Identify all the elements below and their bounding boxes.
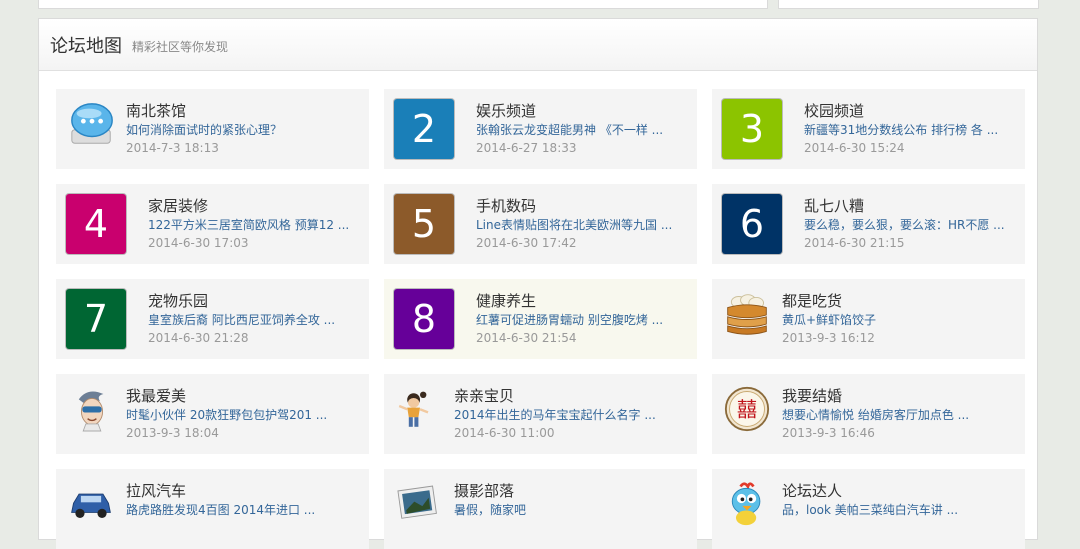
forum-name[interactable]: 都是吃货 [782, 291, 876, 311]
cartoon-face-icon [78, 391, 104, 432]
forum-last-time: 2014-6-30 17:03 [148, 236, 249, 250]
forum-card-jiaju[interactable]: 4 家居装修 122平方米三居室简欧风格 预算12 ... 2014-6-30 … [56, 184, 369, 264]
forum-card-yule[interactable]: 2 娱乐频道 张翰张云龙变超能男神 《不一样 ... 2014-6-27 18:… [384, 89, 697, 169]
forum-card-sheying[interactable]: 摄影部落 暑假，随家吧 [384, 469, 697, 549]
forum-card-nanbei[interactable]: 南北茶馆 如何消除面试时的紧张心理？ 2014-7-3 18:13 [56, 89, 369, 169]
forum-last-time: 2014-6-30 21:15 [804, 236, 905, 250]
number-7-icon: 7 [66, 289, 126, 349]
number-6-icon: 6 [722, 194, 782, 254]
forum-last-post[interactable]: 想要心情愉悦 绐婚房客厅加点色 ... [782, 406, 969, 424]
forum-last-post[interactable]: 黄瓜+鲜虾馅饺子 [782, 311, 876, 329]
forum-name[interactable]: 我最爱美 [126, 386, 327, 406]
forum-card-jiankang[interactable]: 8 健康养生 红薯可促进肠胃蠕动 别空腹吃烤 ... 2014-6-30 21:… [384, 279, 697, 359]
forum-last-time: 2014-6-30 15:24 [804, 141, 905, 155]
forum-last-time: 2013-9-3 16:46 [782, 426, 875, 440]
forum-name[interactable]: 拉风汽车 [126, 481, 315, 501]
forum-card-aimei[interactable]: 我最爱美 时髦小伙伴 20款狂野包包护驾201 ... 2013-9-3 18:… [56, 374, 369, 454]
panel-subtitle: 精彩社区等你发现 [132, 39, 229, 54]
forum-card-xiaoyuan[interactable]: 3 校园频道 新疆等31地分数线公布 排行榜 各 ... 2014-6-30 1… [712, 89, 1025, 169]
forum-name[interactable]: 南北茶馆 [126, 101, 282, 121]
car-icon [71, 493, 111, 518]
svg-text:囍: 囍 [737, 397, 757, 421]
forum-last-time: 2013-9-3 18:04 [126, 426, 219, 440]
forum-last-post[interactable]: 新疆等31地分数线公布 排行榜 各 ... [804, 121, 998, 139]
forum-name[interactable]: 乱七八糟 [804, 196, 1005, 216]
forum-card-chihuo[interactable]: 都是吃货 黄瓜+鲜虾馅饺子 2013-9-3 16:12 [712, 279, 1025, 359]
number-4-icon: 4 [66, 194, 126, 254]
panel-header: 论坛地图 精彩社区等你发现 [39, 19, 1037, 71]
forum-last-post[interactable]: 品，look 美帕三菜纯白汽车讲 ... [782, 501, 958, 519]
forum-last-time: 2014-6-30 17:42 [476, 236, 577, 250]
forum-card-chongwu[interactable]: 7 宠物乐园 皇室族后裔 阿比西尼亚饲养全攻 ... 2014-6-30 21:… [56, 279, 369, 359]
dumpling-steamer-icon [727, 294, 767, 335]
forum-name[interactable]: 校园频道 [804, 101, 998, 121]
forum-card-shouji[interactable]: 5 手机数码 Line表情贴图将在北美欧洲等九国 ... 2014-6-30 1… [384, 184, 697, 264]
forum-last-time: 2014-6-30 11:00 [454, 426, 555, 440]
forum-name[interactable]: 亲亲宝贝 [454, 386, 656, 406]
forum-card-baobei[interactable]: 亲亲宝贝 2014年出生的马年宝宝起什么名字 ... 2014-6-30 11:… [384, 374, 697, 454]
forum-last-time: 2014-6-30 21:28 [148, 331, 249, 345]
chat-bubble-icon [71, 103, 113, 144]
forum-card-qiche[interactable]: 拉风汽车 路虎路胜发现4百图 2014年进口 ... [56, 469, 369, 549]
forum-card-jiehun[interactable]: 囍 我要结婚 想要心情愉悦 绐婚房客厅加点色 ... 2013-9-3 16:4… [712, 374, 1025, 454]
top-left-panel-edge [38, 0, 768, 9]
forum-last-post[interactable]: 2014年出生的马年宝宝起什么名字 ... [454, 406, 656, 424]
top-right-panel-edge [778, 0, 1039, 9]
number-5-icon: 5 [394, 194, 454, 254]
forum-last-post[interactable]: 要么稳，要么狠，要么滚：HR不愿 ... [804, 216, 1005, 234]
forum-last-post[interactable]: Line表情贴图将在北美欧洲等九国 ... [476, 216, 672, 234]
cartoon-child-icon [398, 391, 429, 427]
forum-last-post[interactable]: 暑假，随家吧 [454, 501, 526, 519]
forum-name[interactable]: 论坛达人 [782, 481, 958, 501]
forum-last-time: 2014-7-3 18:13 [126, 141, 219, 155]
forum-name[interactable]: 手机数码 [476, 196, 672, 216]
panel-title: 论坛地图 [50, 35, 122, 57]
forum-last-time: 2014-6-27 18:33 [476, 141, 577, 155]
forum-last-post[interactable]: 红薯可促进肠胃蠕动 别空腹吃烤 ... [476, 311, 663, 329]
forum-map-panel: 论坛地图 精彩社区等你发现 南北茶馆 如何消除面试时的紧张心理？ 2014-7-… [38, 18, 1038, 549]
forum-last-post[interactable]: 122平方米三居室简欧风格 预算12 ... [148, 216, 349, 234]
forum-last-post[interactable]: 时髦小伙伴 20款狂野包包护驾201 ... [126, 406, 327, 424]
forum-last-post[interactable]: 皇室族后裔 阿比西尼亚饲养全攻 ... [148, 311, 335, 329]
forum-last-time: 2013-9-3 16:12 [782, 331, 875, 345]
forum-name[interactable]: 健康养生 [476, 291, 663, 311]
forum-name[interactable]: 娱乐频道 [476, 101, 663, 121]
camera-photo-icon [397, 485, 437, 519]
forum-card-luanqibazao[interactable]: 6 乱七八糟 要么稳，要么狠，要么滚：HR不愿 ... 2014-6-30 21… [712, 184, 1025, 264]
forum-last-post[interactable]: 路虎路胜发现4百图 2014年进口 ... [126, 501, 315, 519]
forum-card-daren[interactable]: 论坛达人 品，look 美帕三菜纯白汽车讲 ... [712, 469, 1025, 549]
forum-name[interactable]: 家居装修 [148, 196, 349, 216]
forum-last-post[interactable]: 如何消除面试时的紧张心理？ [126, 121, 282, 139]
number-3-icon: 3 [722, 99, 782, 159]
cartoon-bird-icon [731, 482, 761, 526]
number-8-icon: 8 [394, 289, 454, 349]
forum-name[interactable]: 我要结婚 [782, 386, 969, 406]
double-happiness-icon: 囍 [724, 386, 770, 432]
forum-last-time: 2014-6-30 21:54 [476, 331, 577, 345]
forum-name[interactable]: 宠物乐园 [148, 291, 335, 311]
forum-name[interactable]: 摄影部落 [454, 481, 526, 501]
forum-last-post[interactable]: 张翰张云龙变超能男神 《不一样 ... [476, 121, 663, 139]
number-2-icon: 2 [394, 99, 454, 159]
